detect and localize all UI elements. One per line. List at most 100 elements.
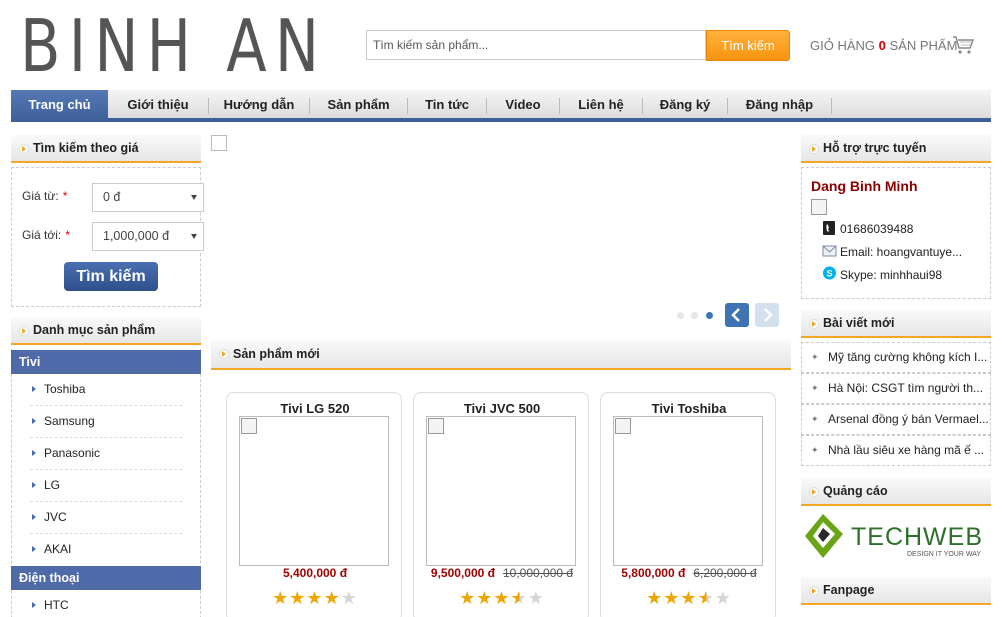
category-item[interactable]: Toshiba [30, 374, 182, 406]
main-nav: Trang chủ Giới thiệu Hướng dẫn Sản phẩm … [11, 90, 991, 122]
category-item[interactable]: Panasonic [30, 438, 182, 470]
price-to-label: Giá tới: * [22, 228, 70, 242]
shopping-cart-icon[interactable] [952, 35, 974, 55]
nav-item-contact[interactable]: Liên hệ [560, 90, 642, 122]
nav-item-guide[interactable]: Hướng dẫn [209, 90, 309, 122]
price-from-value: 0 đ [103, 190, 121, 204]
chevron-down-icon [191, 195, 197, 200]
broken-image-icon [241, 418, 257, 434]
skype-icon: S [823, 266, 836, 280]
rating-stars: ★★★★★ [227, 588, 403, 609]
slider-prev-button[interactable] [725, 303, 749, 327]
nav-item-news[interactable]: Tin tức [408, 90, 486, 122]
svg-text:TECHWEB: TECHWEB [851, 523, 983, 551]
price-to-select[interactable]: 1,000,000 đ [92, 222, 204, 251]
techweb-logo: TECHWEB DESIGN IT YOUR WAY [805, 514, 983, 558]
email-icon [822, 245, 837, 257]
product-card[interactable]: Tivi Toshiba 5,800,000 đ 6,200,000 đ ★★★★… [600, 392, 776, 617]
news-item[interactable]: Hà Nội: CSGT tìm người th... [801, 373, 991, 404]
slider-dot[interactable] [677, 312, 684, 319]
news-item[interactable]: Arsenal đồng ý bán Vermael... [801, 404, 991, 435]
search-input[interactable] [366, 30, 706, 60]
product-price: 5,800,000 đ [621, 566, 686, 580]
star-empty-icon: ★ [714, 588, 732, 608]
star-empty-icon: ★ [340, 588, 358, 608]
price-to-value: 1,000,000 đ [103, 229, 170, 243]
cart-prefix: GIỎ HÀNG [810, 38, 876, 53]
support-header: Hỗ trợ trực tuyến [801, 135, 991, 163]
support-agent-name: Dang Binh Minh [811, 178, 918, 194]
nav-item-login[interactable]: Đăng nhập [728, 90, 831, 122]
site-logo[interactable]: BINH AN [20, 6, 327, 86]
rating-stars: ★★★★★ [414, 588, 590, 609]
nav-item-products[interactable]: Sản phẩm [310, 90, 407, 122]
product-price-row: 9,500,000 đ 10,000,000 đ [414, 566, 590, 580]
product-card[interactable]: Tivi LG 520 5,400,000 đ ★★★★★ [226, 392, 402, 617]
category-item[interactable]: Samsung [30, 406, 182, 438]
svg-text:DESIGN IT YOUR WAY: DESIGN IT YOUR WAY [907, 551, 981, 558]
price-filter-header: Tìm kiếm theo giá [11, 135, 201, 163]
cart-summary[interactable]: GIỎ HÀNG 0 SẢN PHẨM [810, 38, 957, 53]
star-icon: ★ [646, 588, 664, 608]
categories-header: Danh mục sản phẩm [11, 317, 201, 345]
cart-suffix: SẢN PHẨM [889, 38, 958, 53]
chevron-down-icon [191, 234, 197, 239]
product-price: 9,500,000 đ [430, 566, 495, 580]
product-card[interactable]: Tivi JVC 500 9,500,000 đ 10,000,000 đ ★★★… [413, 392, 589, 617]
product-price-row: 5,400,000 đ [227, 566, 403, 580]
new-products-header: Sản phẩm mới [211, 340, 791, 370]
phone-icon [823, 221, 835, 235]
slider-image-placeholder [211, 135, 227, 151]
star-icon: ★ [289, 588, 307, 608]
product-old-price: 6,200,000 đ [693, 566, 757, 580]
product-image[interactable] [426, 416, 576, 566]
support-skype[interactable]: Skype: minhhaui98 [840, 268, 942, 282]
chevron-left-icon [731, 308, 740, 322]
product-price: 5,400,000 đ [282, 566, 348, 580]
news-item[interactable]: Nhà lầu siêu xe hàng mã ế ... [801, 435, 991, 466]
price-from-label: Giá từ: * [22, 189, 68, 203]
category-item[interactable]: LG [30, 470, 182, 502]
broken-image-icon [811, 199, 827, 215]
nav-item-home[interactable]: Trang chủ [11, 90, 108, 122]
nav-item-register[interactable]: Đăng ký [643, 90, 727, 122]
nav-item-video[interactable]: Video [487, 90, 559, 122]
price-search-button[interactable]: Tìm kiếm [64, 262, 158, 291]
search-button[interactable]: Tìm kiếm [706, 30, 790, 61]
product-old-price: 10,000,000 đ [502, 566, 574, 580]
star-half-icon: ★ [510, 588, 528, 608]
star-icon: ★ [306, 588, 324, 608]
star-icon: ★ [663, 588, 681, 608]
support-email[interactable]: Email: hoangvantuye... [840, 245, 962, 259]
news-item[interactable]: Mỹ tăng cường không kích I... [801, 342, 991, 373]
product-name[interactable]: Tivi LG 520 [227, 401, 403, 416]
slider-dot[interactable] [691, 312, 698, 319]
support-phone[interactable]: 01686039488 [840, 222, 913, 236]
slider-dot-active[interactable] [706, 312, 713, 319]
category-item[interactable]: AKAI [30, 534, 182, 566]
category-group-tivi[interactable]: Tivi [11, 350, 201, 374]
nav-item-about[interactable]: Giới thiệu [108, 90, 208, 122]
star-icon: ★ [493, 588, 511, 608]
category-group-phones[interactable]: Điện thoại [11, 566, 201, 590]
star-icon: ★ [323, 588, 341, 608]
news-header: Bài viết mới [801, 310, 991, 338]
broken-image-icon [428, 418, 444, 434]
star-half-icon: ★ [697, 588, 715, 608]
category-item[interactable]: HTC [30, 590, 182, 617]
ads-header: Quảng cáo [801, 478, 991, 506]
star-empty-icon: ★ [527, 588, 545, 608]
product-name[interactable]: Tivi Toshiba [601, 401, 777, 416]
star-icon: ★ [476, 588, 494, 608]
product-name[interactable]: Tivi JVC 500 [414, 401, 590, 416]
price-from-select[interactable]: 0 đ [92, 183, 204, 212]
slider-next-button[interactable] [755, 303, 779, 327]
category-item[interactable]: JVC [30, 502, 182, 534]
product-image[interactable] [239, 416, 389, 566]
techweb-ad-banner[interactable]: TECHWEB DESIGN IT YOUR WAY [803, 512, 991, 562]
svg-text:S: S [826, 269, 832, 279]
star-icon: ★ [459, 588, 477, 608]
product-image[interactable] [613, 416, 763, 566]
product-price-row: 5,800,000 đ 6,200,000 đ [601, 566, 777, 580]
cart-count: 0 [878, 38, 886, 53]
